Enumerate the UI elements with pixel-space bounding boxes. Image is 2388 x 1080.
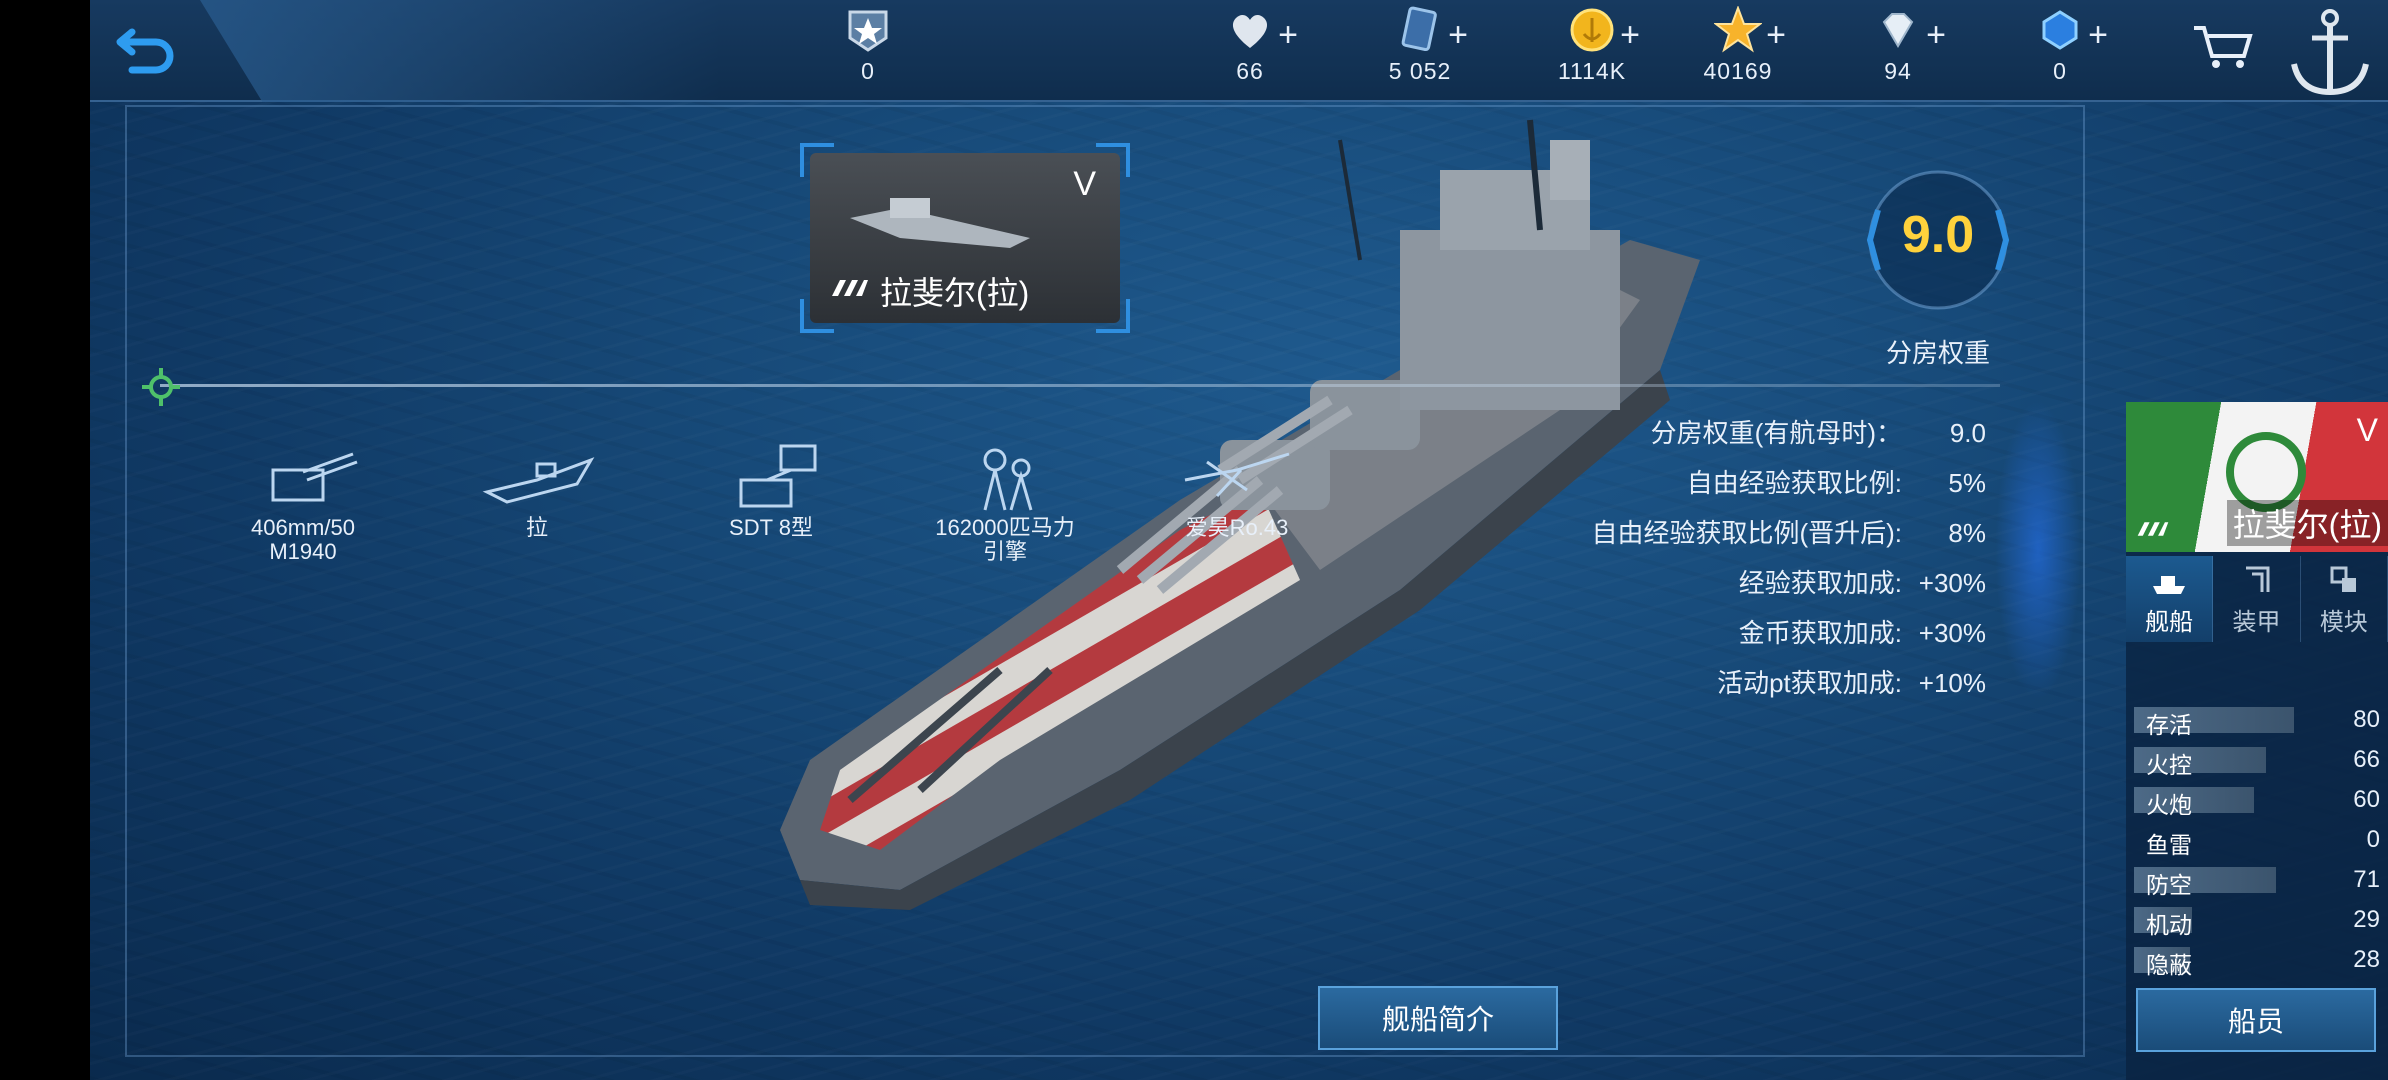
resource-gold[interactable]: + 1114K xyxy=(1532,6,1652,96)
equipment-gun[interactable]: 406mm/50 M1940 xyxy=(218,440,388,564)
star-icon xyxy=(1713,5,1763,54)
equipment-engine[interactable]: 162000匹马力 引擎 xyxy=(920,440,1090,564)
card-icon xyxy=(1396,6,1444,54)
left-black-bar xyxy=(0,0,90,1080)
weight-value: 9.0 xyxy=(1901,206,1975,264)
engine-icon xyxy=(983,448,1033,511)
ship-intro-button[interactable]: 舰船简介 xyxy=(1318,986,1558,1050)
stat-free-exp-promoted: 自由经验获取比例(晋升后): 8% xyxy=(1591,518,1986,548)
stat-event-pt-bonus: 活动pt获取加成: +10% xyxy=(1717,668,1986,698)
gold-coin-icon xyxy=(1568,6,1616,54)
resource-cards[interactable]: + 5 052 xyxy=(1360,6,1480,96)
resource-diamonds[interactable]: + 94 xyxy=(1838,6,1958,96)
diamond-icon xyxy=(1874,6,1922,54)
crosshair-icon xyxy=(142,368,180,406)
ship-card-name: 拉斐尔(拉) xyxy=(880,275,1030,311)
tab-ship[interactable]: 舰船 xyxy=(2126,556,2214,642)
ship-card-tier: V xyxy=(1073,165,1096,203)
stat-free-exp: 自由经验获取比例: 5% xyxy=(1686,468,1986,498)
resource-hearts[interactable]: + 66 xyxy=(1190,6,1310,96)
equipment-seaplane[interactable]: 爱昊Ro.43 xyxy=(1152,440,1322,540)
resource-rank[interactable]: 0 xyxy=(808,6,928,96)
heart-icon xyxy=(1226,6,1274,54)
anchor-icon[interactable] xyxy=(2280,2,2380,102)
equipment-radar[interactable]: SDT 8型 xyxy=(686,440,856,540)
stat-gold-bonus: 金币获取加成: +30% xyxy=(1738,618,1986,648)
back-arrow-icon[interactable] xyxy=(110,18,180,78)
equipment-hull[interactable]: 拉 xyxy=(452,440,622,540)
tab-armor[interactable]: 装甲 xyxy=(2213,556,2301,642)
armor-tab-icon xyxy=(2246,566,2270,592)
ship-tab-icon xyxy=(2153,576,2186,594)
card-corner xyxy=(1096,143,1130,177)
attribute-torpedo: 鱼雷 0 xyxy=(2146,826,2380,858)
radar-icon xyxy=(739,444,817,508)
resource-blue-crystal[interactable]: + 0 xyxy=(2000,6,2120,96)
seaplane-icon xyxy=(1184,452,1290,498)
side-panel-tier: V xyxy=(2356,412,2378,448)
resource-stars[interactable]: + 40169 xyxy=(1678,5,1798,96)
side-panel-tabs: 舰船 装甲 模块 xyxy=(2126,556,2388,642)
attribute-artillery: 火炮 60 xyxy=(2134,785,2380,818)
attribute-maneuver: 机动 29 xyxy=(2134,905,2380,938)
attribute-survival: 存活 80 xyxy=(2134,705,2380,738)
ship-class-icon xyxy=(2137,522,2169,536)
blue-crystal-icon xyxy=(2036,6,2084,54)
nation-flag-banner: V 拉斐尔(拉) xyxy=(2126,402,2388,552)
weight-label: 分房权重 xyxy=(1885,338,1990,368)
attribute-anti-air: 防空 71 xyxy=(2134,865,2380,898)
divider-line xyxy=(160,384,2000,387)
side-panel-ship-name: 拉斐尔(拉) xyxy=(2226,500,2388,546)
rank-badge-icon xyxy=(844,6,892,54)
tab-module[interactable]: 模块 xyxy=(2301,556,2388,642)
attribute-concealment: 隐蔽 28 xyxy=(2134,945,2380,978)
attribute-fire-control: 火控 66 xyxy=(2134,745,2380,778)
stat-weight-carrier: 分房权重(有航母时)： 9.0 xyxy=(1650,418,1986,448)
ship-class-icon xyxy=(832,280,868,296)
hull-icon xyxy=(482,457,595,504)
top-bar-wedge xyxy=(200,0,720,102)
crew-button[interactable]: 船员 xyxy=(2136,988,2376,1052)
stats-glow xyxy=(1995,400,2081,700)
stat-exp-bonus: 经验获取加成: +30% xyxy=(1738,568,1986,598)
card-corner xyxy=(1096,299,1130,333)
card-corner xyxy=(800,299,834,333)
module-tab-icon xyxy=(2330,566,2356,592)
shop-cart-icon[interactable] xyxy=(2190,22,2256,72)
ship-thumbnail-icon xyxy=(850,198,1030,248)
gun-turret-icon xyxy=(271,452,358,502)
card-corner xyxy=(800,143,834,177)
selected-ship-card[interactable]: V 拉斐尔(拉) xyxy=(800,143,1130,333)
